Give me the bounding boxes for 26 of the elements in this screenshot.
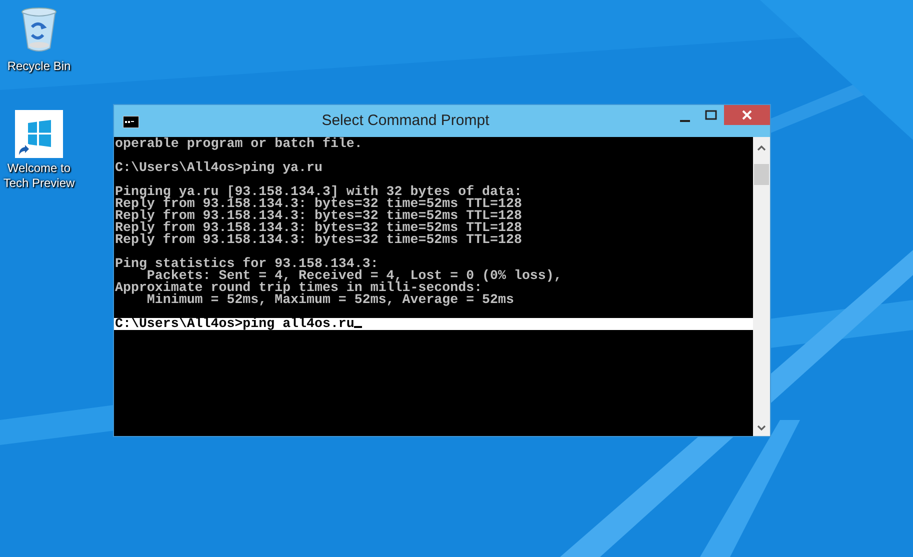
console-line: Minimum = 52ms, Maximum = 52ms, Average = 52ms (146, 294, 514, 306)
icon-label[interactable]: Recycle Bin (7, 59, 71, 74)
console-line: Reply from 93.158.134.3: bytes=32 time=52ms TTL=128 (115, 210, 522, 222)
console-line: Reply from 93.158.134.3: bytes=32 time=52ms TTL=128 (115, 198, 522, 210)
scroll-thumb[interactable] (754, 164, 769, 185)
console-line: Packets: Sent = 4, Received = 4, Lost = 0 (0% loss), (146, 270, 562, 282)
console-line: Reply from 93.158.134.3: bytes=32 time=52ms TTL=128 (115, 234, 522, 246)
console-line: Pinging ya.ru [93.158.134.3] with 32 bytes of data: (115, 186, 522, 198)
scrollbar[interactable] (753, 137, 770, 436)
console-line: Approximate round trip times in milli-seconds: (115, 282, 482, 294)
maximize-icon (705, 110, 717, 120)
close-icon (742, 110, 752, 120)
scroll-up-icon[interactable] (757, 145, 766, 151)
console-line: Reply from 93.158.134.3: bytes=32 time=52ms TTL=128 (115, 222, 522, 234)
recycle-bin-icon (21, 7, 57, 53)
console-icon (123, 116, 139, 128)
console-line: C:\Users\All4os>ping ya.ru (115, 162, 322, 174)
minimize-icon (680, 120, 690, 122)
windows-logo-icon (15, 110, 63, 158)
close-button[interactable] (724, 105, 770, 125)
window-title: Select Command Prompt (320, 111, 490, 131)
console-line: operable program or batch file. (115, 138, 362, 150)
console-line: Ping statistics for 93.158.134.3: (115, 258, 378, 270)
console-line: C:\Users\All4os>ping all4os.ru (115, 318, 354, 330)
icon-label[interactable]: Welcome to Tech Preview (0, 161, 78, 191)
scroll-down-icon[interactable] (757, 425, 766, 431)
